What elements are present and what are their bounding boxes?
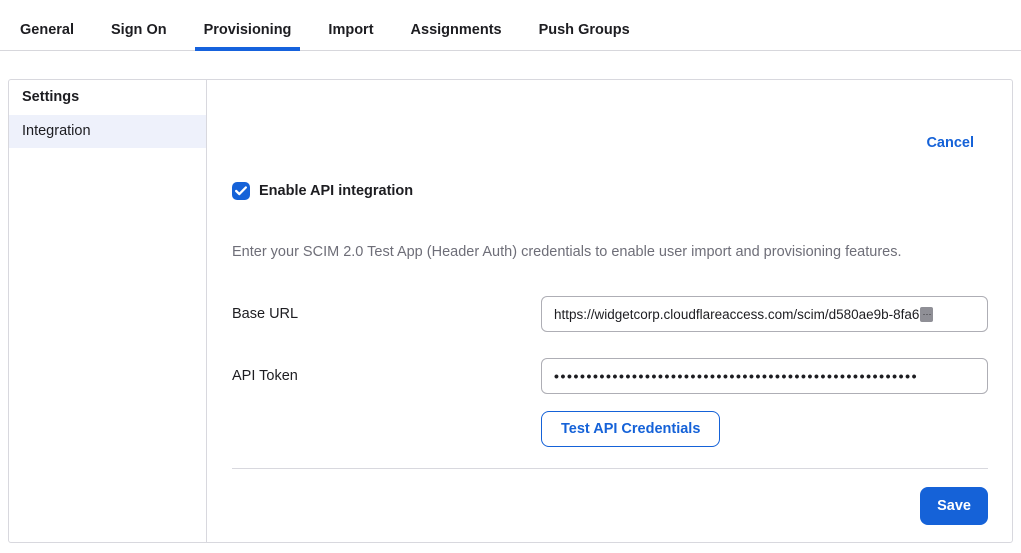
enable-api-label: Enable API integration — [259, 183, 413, 199]
tab-assignments[interactable]: Assignments — [402, 22, 511, 51]
tab-general[interactable]: General — [11, 22, 83, 51]
tab-provisioning[interactable]: Provisioning — [195, 22, 301, 51]
base-url-label: Base URL — [232, 306, 541, 322]
api-token-input[interactable]: ••••••••••••••••••••••••••••••••••••••••… — [541, 358, 988, 394]
api-token-label: API Token — [232, 368, 541, 384]
integration-settings-form: Cancel Enable API integration Enter your… — [207, 80, 1012, 542]
provisioning-panel: Settings Integration Cancel Enable API i… — [8, 79, 1013, 543]
text-overflow-marker: ⋯ — [920, 307, 933, 322]
save-button[interactable]: Save — [920, 487, 988, 525]
enable-api-row[interactable]: Enable API integration — [232, 182, 988, 200]
footer-divider — [232, 468, 988, 469]
cancel-row: Cancel — [232, 134, 988, 152]
api-token-value: ••••••••••••••••••••••••••••••••••••••••… — [554, 368, 918, 384]
tab-import[interactable]: Import — [319, 22, 382, 51]
test-api-credentials-button[interactable]: Test API Credentials — [541, 411, 720, 447]
settings-sidebar: Settings Integration — [9, 80, 207, 542]
api-token-row: API Token ••••••••••••••••••••••••••••••… — [232, 358, 988, 394]
save-row: Save — [232, 487, 988, 525]
tab-sign-on[interactable]: Sign On — [102, 22, 176, 51]
tab-push-groups[interactable]: Push Groups — [530, 22, 639, 51]
sidebar-item-integration[interactable]: Integration — [9, 115, 206, 148]
base-url-row: Base URL https://widgetcorp.cloudflareac… — [232, 296, 988, 332]
base-url-value: https://widgetcorp.cloudflareaccess.com/… — [554, 307, 919, 322]
enable-api-checkbox[interactable] — [232, 182, 250, 200]
check-icon — [235, 186, 247, 196]
sidebar-header: Settings — [9, 89, 206, 105]
cancel-link[interactable]: Cancel — [926, 135, 974, 151]
app-tab-bar: General Sign On Provisioning Import Assi… — [0, 0, 1021, 51]
base-url-input[interactable]: https://widgetcorp.cloudflareaccess.com/… — [541, 296, 988, 332]
credentials-description: Enter your SCIM 2.0 Test App (Header Aut… — [232, 244, 988, 260]
